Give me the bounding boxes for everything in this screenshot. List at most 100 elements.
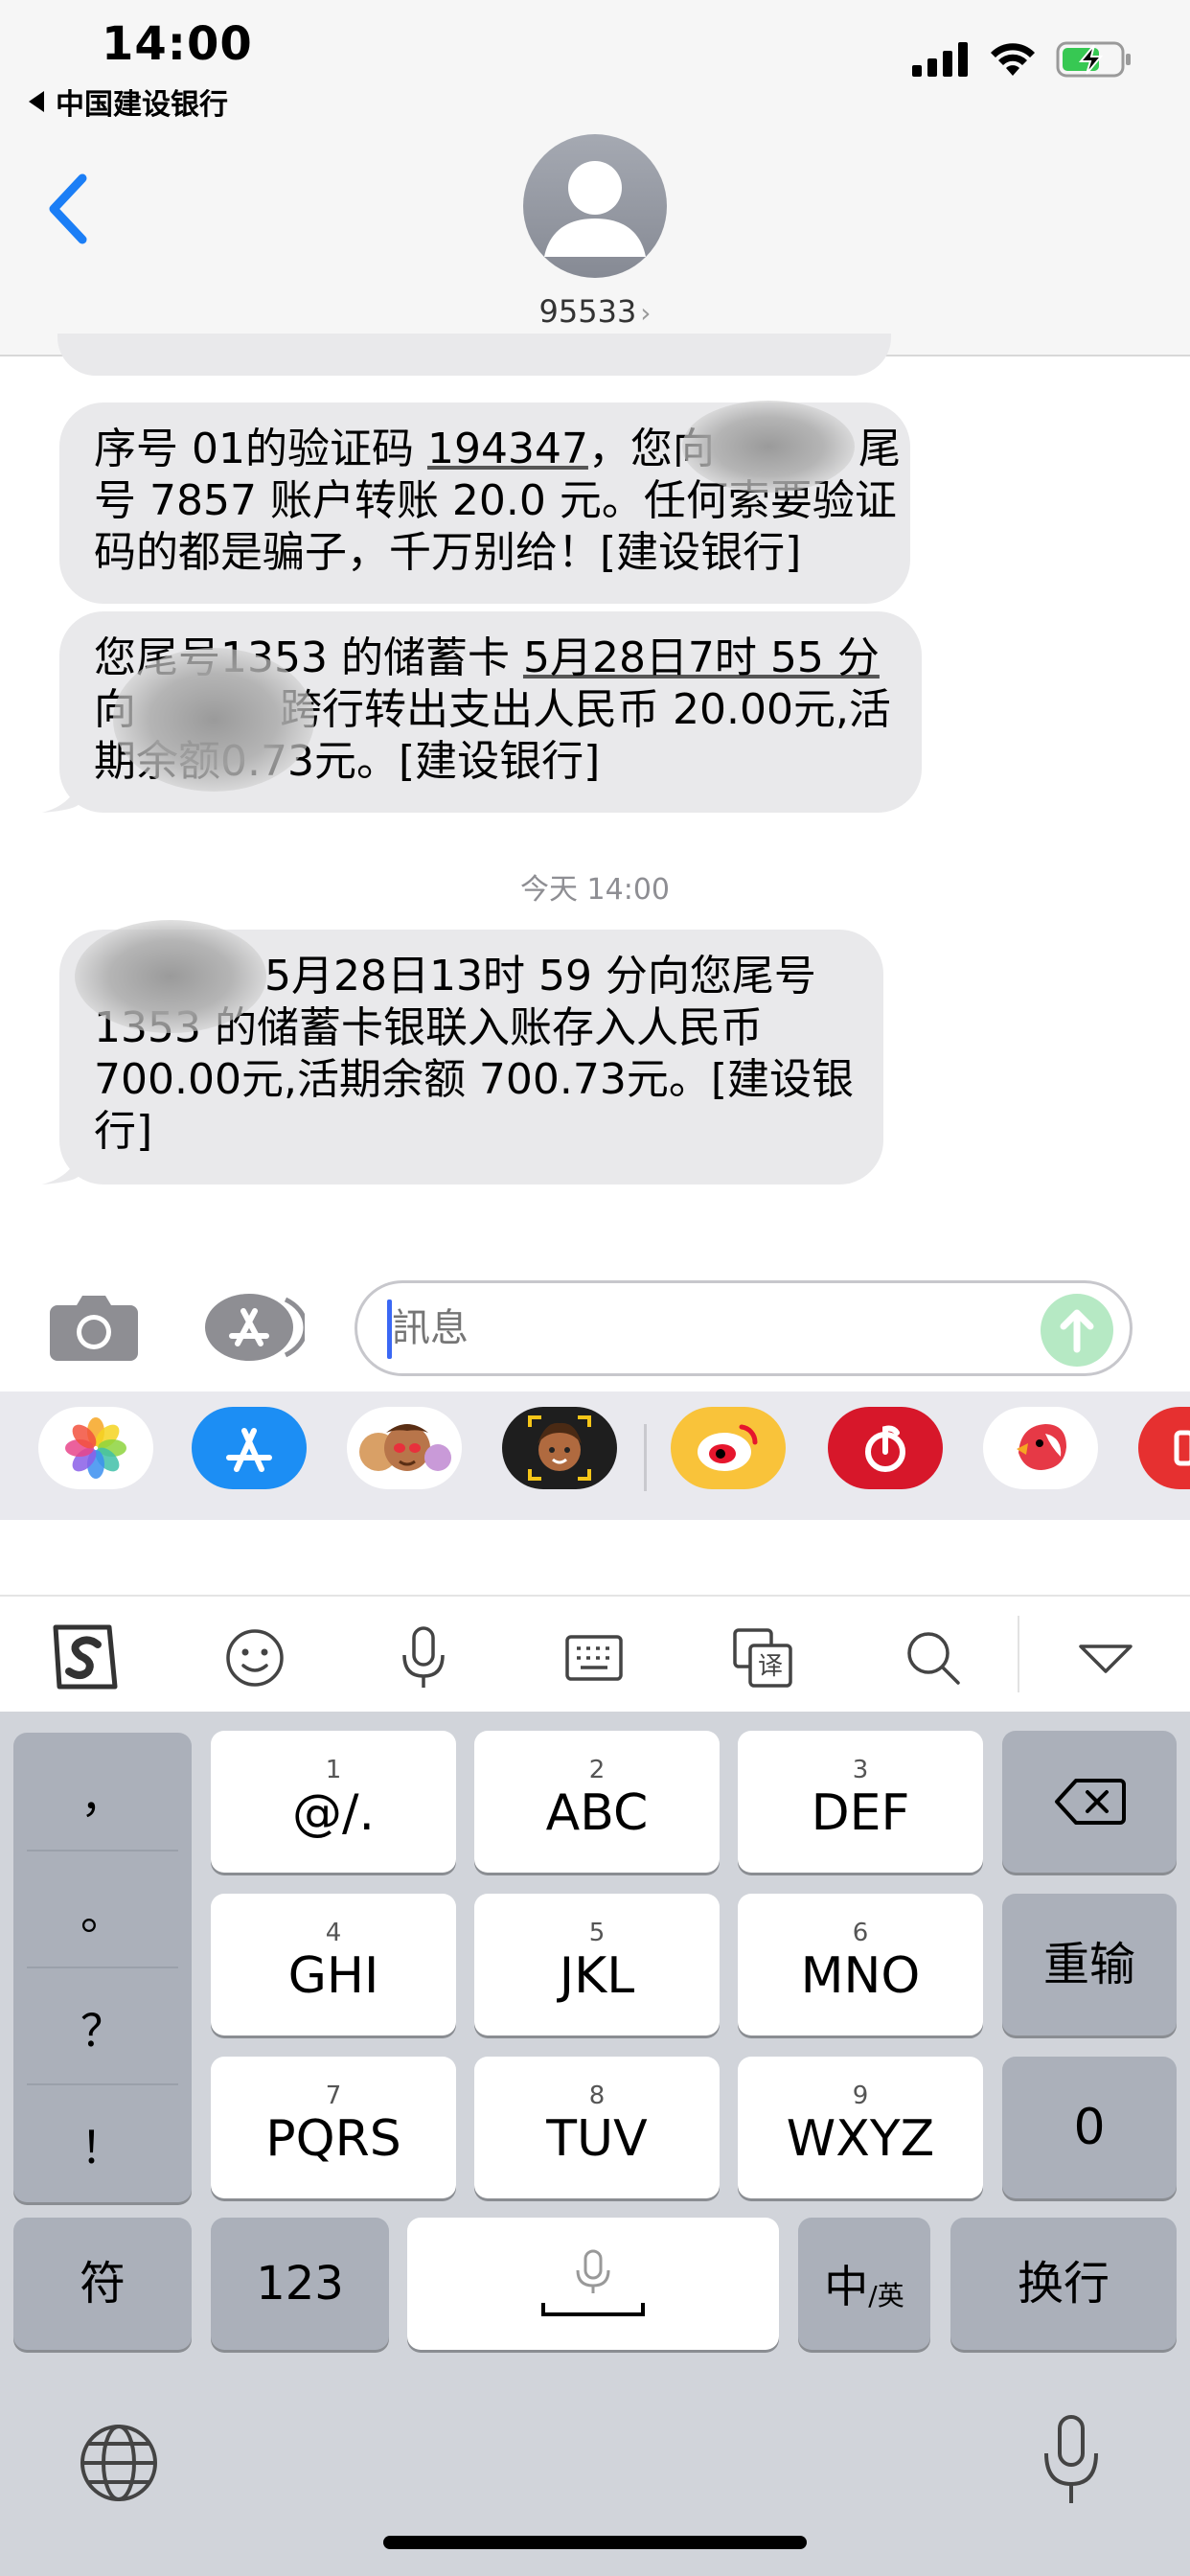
punctuation-key[interactable]: ！ <box>13 2093 192 2196</box>
imessage-app-drawer <box>0 1392 1190 1520</box>
dictation-microphone-icon[interactable] <box>1039 2413 1104 2509</box>
date-link[interactable]: 5月28日7时 55 分 <box>523 633 880 682</box>
key-5[interactable]: 5 JKL <box>474 1894 720 2036</box>
punctuation-divider <box>27 1850 178 1852</box>
key-number: 9 <box>852 2082 869 2110</box>
key-label: WXYZ <box>786 2110 935 2168</box>
keyboard: ， 。 ？ ！ 1 @/. 2 ABC 3 DEF 4 GHI 5 JKL 6 … <box>0 1712 1190 2576</box>
space-mic-icon <box>541 2249 645 2316</box>
app-store-button-icon[interactable] <box>201 1292 305 1363</box>
text-cursor <box>387 1300 392 1359</box>
key-4[interactable]: 4 GHI <box>211 1894 456 2036</box>
key-label: TUV <box>546 2110 648 2168</box>
return-key[interactable]: 换行 <box>950 2218 1177 2350</box>
translate-icon[interactable]: 译 <box>724 1620 801 1696</box>
key-1[interactable]: 1 @/. <box>211 1731 456 1873</box>
battery-charging-icon <box>1056 41 1131 78</box>
key-7[interactable]: 7 PQRS <box>211 2057 456 2198</box>
app-store-icon[interactable] <box>192 1407 307 1489</box>
key-number: 5 <box>588 1919 606 1947</box>
key-label: DEF <box>811 1784 910 1842</box>
key-label: 123 <box>256 2257 344 2311</box>
message-line: 码的都是骗子，千万别给！[建设银行] <box>94 528 802 577</box>
weibo-icon[interactable] <box>671 1407 786 1489</box>
numbers-key[interactable]: 123 <box>211 2218 389 2350</box>
photos-flower-icon <box>65 1417 126 1479</box>
key-number: 4 <box>325 1919 342 1947</box>
message-line: 700.00元,活期余额 700.73元。[建设银 <box>94 1055 855 1104</box>
key-2[interactable]: 2 ABC <box>474 1731 720 1873</box>
contact-chevron-icon: › <box>640 297 652 329</box>
key-number: 3 <box>852 1756 869 1784</box>
contact-name: 95533 <box>538 293 637 330</box>
previous-message-bubble <box>57 334 891 376</box>
key-label: MNO <box>800 1947 921 2005</box>
symbol-key[interactable]: 符 <box>13 2218 192 2350</box>
key-number: 1 <box>325 1756 342 1784</box>
back-to-app-link[interactable]: 中国建设银行 <box>29 80 228 123</box>
netease-music-icon[interactable] <box>828 1407 943 1489</box>
redaction-smudge <box>682 401 855 493</box>
key-number: 7 <box>325 2082 342 2110</box>
search-icon[interactable] <box>895 1620 972 1696</box>
punctuation-column[interactable]: ， 。 ？ ！ <box>13 1733 192 2202</box>
back-triangle-icon <box>29 91 44 112</box>
key-3[interactable]: 3 DEF <box>738 1731 983 1873</box>
photos-icon[interactable] <box>38 1407 153 1489</box>
bubble-tail-icon <box>42 1146 80 1184</box>
microphone-icon[interactable] <box>385 1620 462 1696</box>
partial-app-icon[interactable] <box>1138 1407 1190 1489</box>
app-store-glyph-icon <box>226 1428 272 1472</box>
key-number: 8 <box>588 2082 606 2110</box>
key-label: 符 <box>79 2257 126 2311</box>
key-6[interactable]: 6 MNO <box>738 1894 983 2036</box>
status-time: 14:00 <box>102 17 253 71</box>
reenter-key[interactable]: 重输 <box>1002 1894 1177 2036</box>
memoji-faces-icon <box>359 1424 451 1471</box>
key-label: 换行 <box>1017 2257 1110 2311</box>
memoji-icon[interactable] <box>502 1407 617 1489</box>
punctuation-key[interactable]: 。 <box>13 1859 192 1963</box>
contact-avatar[interactable] <box>523 134 667 278</box>
key-number: 2 <box>588 1756 606 1784</box>
backspace-icon <box>1055 1779 1126 1825</box>
language-toggle-key[interactable]: 中/英 <box>798 2218 930 2350</box>
delete-key[interactable] <box>1002 1731 1177 1873</box>
globe-icon[interactable] <box>79 2423 159 2503</box>
send-button[interactable] <box>1041 1294 1113 1367</box>
keyboard-icon[interactable] <box>556 1620 632 1696</box>
wifi-icon <box>991 43 1035 76</box>
message-text: 5月28日13时 59 分向您尾号 <box>264 952 816 1000</box>
bubble-tail-icon <box>42 774 80 813</box>
arrow-up-icon <box>1060 1309 1094 1353</box>
back-app-label: 中国建设银行 <box>56 88 228 122</box>
lang-main-label: 中 <box>824 2261 869 2312</box>
memoji-stickers-icon[interactable] <box>347 1407 462 1489</box>
conversation-header: 14:00 中国建设银行 95533 › <box>0 0 1190 356</box>
punctuation-key[interactable]: ？ <box>13 1976 192 2080</box>
sogou-logo-icon[interactable] <box>46 1620 123 1696</box>
camera-icon[interactable] <box>48 1290 140 1363</box>
emoji-icon[interactable] <box>217 1620 293 1696</box>
message-line: 行] <box>94 1107 153 1156</box>
key-9[interactable]: 9 WXYZ <box>738 2057 983 2198</box>
home-indicator[interactable] <box>383 2536 807 2549</box>
punctuation-divider <box>27 2083 178 2085</box>
compose-bar <box>0 1267 1190 1390</box>
key-8[interactable]: 8 TUV <box>474 2057 720 2198</box>
message-text: 序号 01的验证码 <box>94 425 427 473</box>
back-chevron-icon[interactable] <box>40 171 98 247</box>
punctuation-key[interactable]: ， <box>13 1742 192 1846</box>
lang-sub-label: /英 <box>868 2280 904 2312</box>
message-input[interactable] <box>355 1280 1133 1376</box>
punctuation-divider <box>27 1966 178 1968</box>
drawer-divider <box>644 1424 647 1491</box>
bird-app-icon[interactable] <box>983 1407 1098 1489</box>
key-label: JKL <box>559 1947 635 2005</box>
redaction-smudge <box>75 920 266 1033</box>
zero-key[interactable]: 0 <box>1002 2057 1177 2198</box>
collapse-keyboard-icon[interactable] <box>1067 1620 1144 1696</box>
space-key[interactable] <box>407 2218 779 2350</box>
verification-code-link[interactable]: 194347 <box>427 425 588 473</box>
contact-name-button[interactable]: 95533 › <box>0 293 1190 330</box>
